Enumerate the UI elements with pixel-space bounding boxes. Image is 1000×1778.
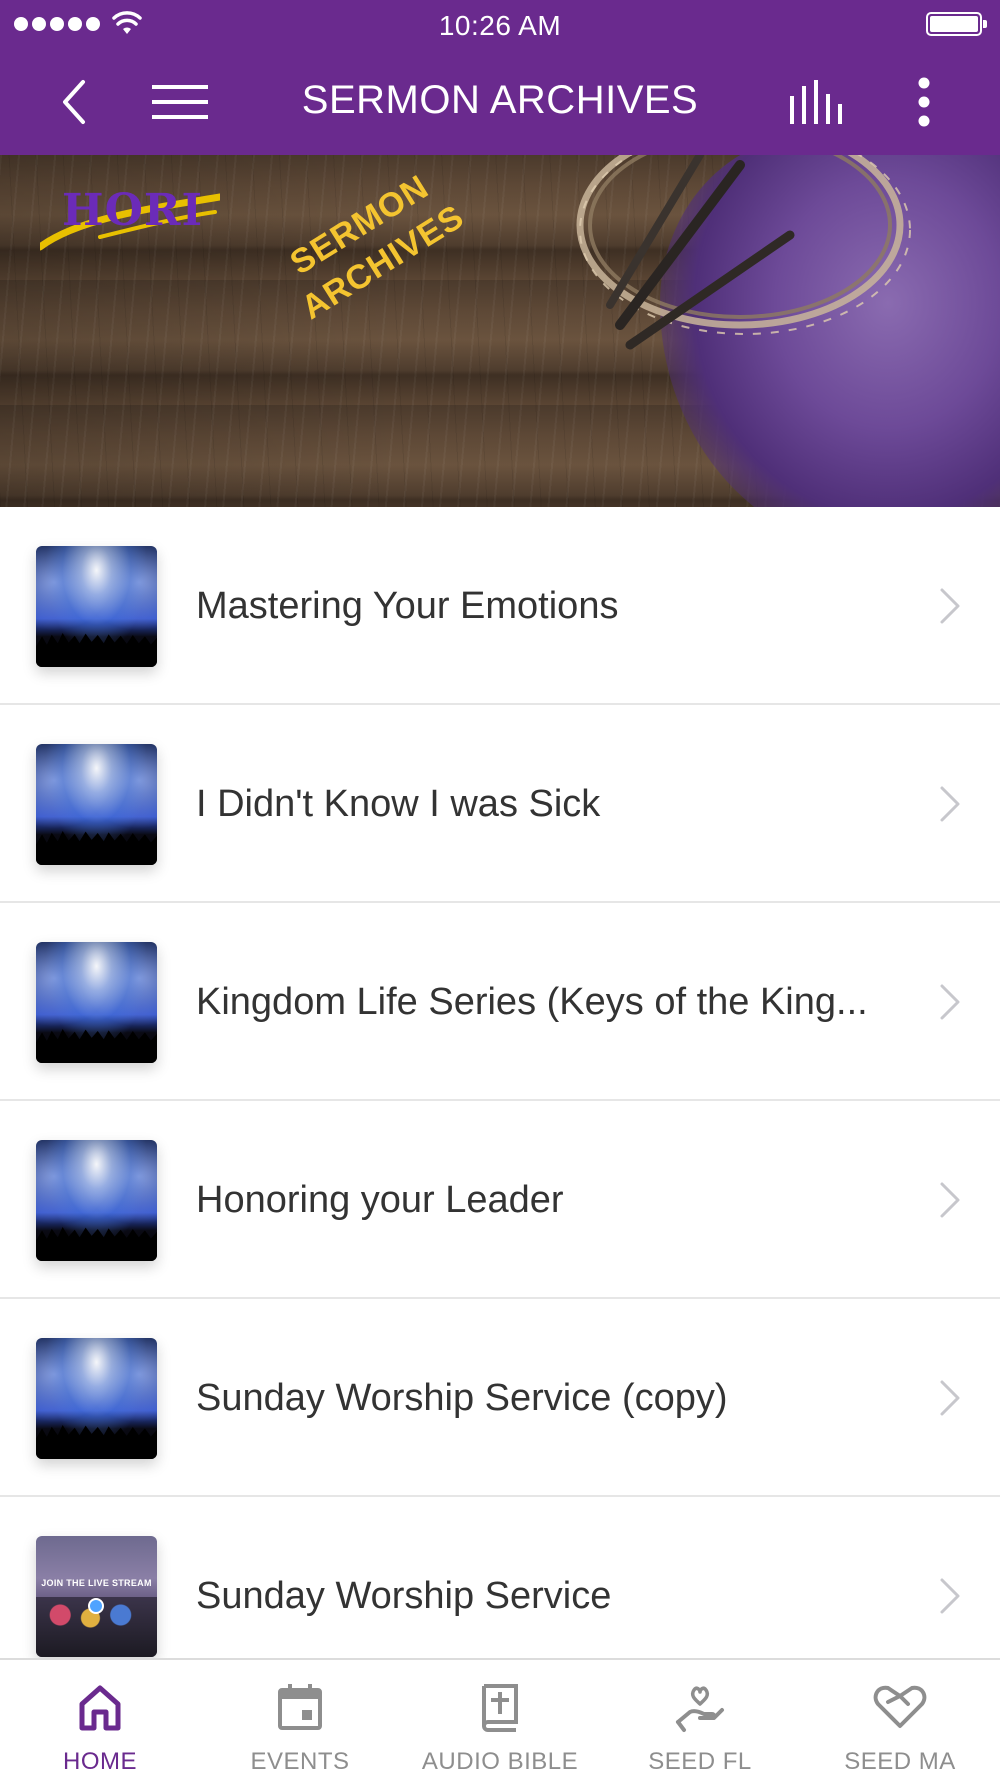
tab-label: HOME <box>63 1748 137 1775</box>
tab-label: SEED FL <box>648 1748 752 1775</box>
list-item[interactable]: Honoring your Leader <box>0 1101 1000 1299</box>
sermon-thumbnail <box>36 546 157 667</box>
tab-label: EVENTS <box>250 1748 350 1775</box>
tab-audio-bible[interactable]: AUDIO BIBLE <box>400 1660 600 1778</box>
sermon-title: Kingdom Life Series (Keys of the King... <box>196 981 868 1023</box>
sermon-thumbnail <box>36 1338 157 1459</box>
chevron-right-icon <box>940 1182 960 1218</box>
play-icon <box>88 1598 104 1614</box>
logo-text: HORI <box>62 185 204 236</box>
chevron-right-icon <box>940 984 960 1020</box>
sermon-title: Sunday Worship Service (copy) <box>196 1377 728 1419</box>
chevron-right-icon <box>940 1380 960 1416</box>
sermon-thumbnail <box>36 744 157 865</box>
chevron-right-icon <box>940 786 960 822</box>
calendar-icon <box>278 1684 322 1730</box>
home-icon <box>79 1685 121 1731</box>
tab-seed-fl[interactable]: SEED FL <box>600 1660 800 1778</box>
sermon-title: Mastering Your Emotions <box>196 585 619 627</box>
audio-player-button[interactable] <box>786 70 850 134</box>
list-item[interactable]: I Didn't Know I was Sick <box>0 705 1000 903</box>
battery-icon <box>926 12 987 36</box>
nav-bar: SERMON ARCHIVES <box>0 50 1000 155</box>
sermon-list: Mastering Your Emotions I Didn't Know I … <box>0 507 1000 1695</box>
list-item[interactable]: Sunday Worship Service (copy) <box>0 1299 1000 1497</box>
status-time: 10:26 AM <box>438 10 562 41</box>
tab-events[interactable]: EVENTS <box>200 1660 400 1778</box>
sermon-title: I Didn't Know I was Sick <box>196 783 601 825</box>
more-options-button[interactable] <box>892 70 956 134</box>
tab-label: SEED MA <box>844 1748 956 1775</box>
sermon-title: Honoring your Leader <box>196 1179 564 1221</box>
hand-heart-icon <box>676 1686 724 1732</box>
page-title: SERMON ARCHIVES <box>301 78 699 122</box>
list-item[interactable]: Kingdom Life Series (Keys of the King... <box>0 903 1000 1101</box>
tab-home[interactable]: HOME <box>0 1660 200 1778</box>
handshake-heart-icon <box>873 1685 927 1728</box>
tab-bar: HOME EVENTS AUDIO BIBLE SEED FL SEED MA <box>0 1658 1000 1778</box>
sermon-thumbnail <box>36 1140 157 1261</box>
sermon-thumbnail <box>36 942 157 1063</box>
tab-label: AUDIO BIBLE <box>421 1748 579 1775</box>
hero-banner: HORI SERMON ARCHIVES <box>0 155 1000 507</box>
chevron-right-icon <box>940 1578 960 1614</box>
list-item[interactable]: Mastering Your Emotions <box>0 507 1000 705</box>
audio-bars-icon <box>790 80 842 124</box>
kebab-menu-icon <box>918 77 930 127</box>
chevron-right-icon <box>940 588 960 624</box>
crown-of-thorns-image <box>576 155 911 350</box>
status-bar: 10:26 AM <box>0 0 1000 50</box>
tab-seed-ma[interactable]: SEED MA <box>800 1660 1000 1778</box>
bible-icon <box>482 1684 518 1732</box>
thumbnail-text: JOIN THE LIVE STREAM <box>41 1578 152 1588</box>
sermon-thumbnail: JOIN THE LIVE STREAM <box>36 1536 157 1657</box>
